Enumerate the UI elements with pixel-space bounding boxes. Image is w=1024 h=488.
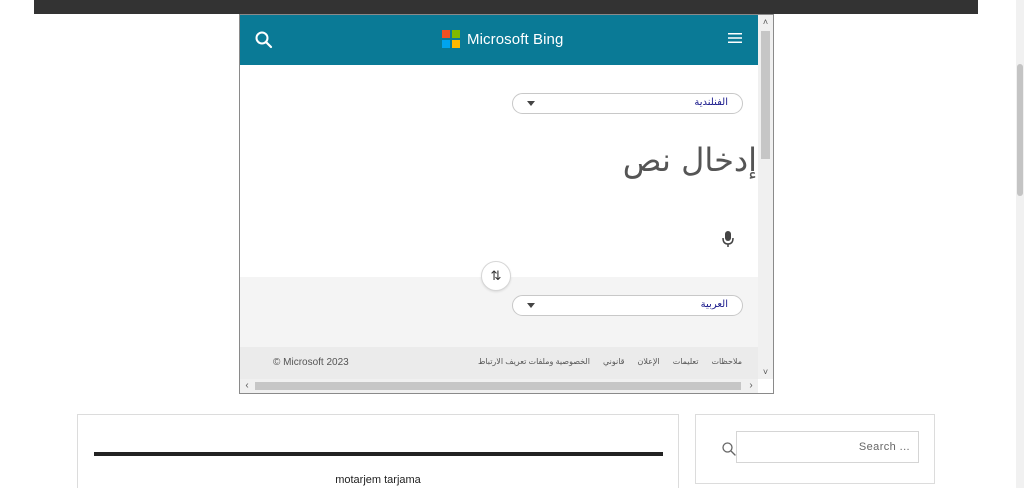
footer-link-privacy[interactable]: الخصوصية وملفات تعريف الارتباط: [478, 357, 590, 366]
embed-vertical-scrollbar-thumb[interactable]: [761, 31, 770, 159]
target-language-label: العربية: [700, 299, 728, 310]
footer-link-advertising[interactable]: الإعلان: [637, 357, 659, 366]
footer-links: الخصوصية وملفات تعريف الارتباط قانوني ال…: [478, 357, 742, 366]
source-text-input[interactable]: إدخال نص: [623, 141, 757, 179]
source-language-select[interactable]: الفنلندية: [512, 93, 743, 114]
scroll-left-icon[interactable]: ‹: [240, 379, 254, 393]
search-icon[interactable]: [721, 441, 737, 457]
post-title[interactable]: motarjem tarjama: [78, 474, 678, 486]
footer-link-feedback[interactable]: ملاحظات: [711, 357, 742, 366]
page-scrollbar[interactable]: [1016, 0, 1024, 488]
search-input[interactable]: [736, 431, 919, 463]
post-card: motarjem tarjama: [77, 414, 679, 488]
embed-horizontal-scrollbar[interactable]: ‹ ›: [240, 379, 758, 393]
hamburger-menu-icon[interactable]: [728, 32, 742, 44]
bing-translator-embed: Microsoft Bing الفنلندية إدخال نص ⇅ العر…: [239, 14, 774, 394]
site-header-bar: [34, 0, 978, 14]
microphone-icon[interactable]: [720, 229, 736, 249]
divider: [94, 452, 663, 456]
copyright-text: © Microsoft 2023: [273, 357, 349, 368]
embed-vertical-scrollbar[interactable]: ˄ ˅: [758, 15, 773, 379]
scroll-up-icon[interactable]: ˄: [758, 15, 773, 29]
search-widget: [695, 414, 935, 484]
page-scrollbar-thumb[interactable]: [1017, 64, 1023, 196]
footer-link-legal[interactable]: قانوني: [603, 357, 625, 366]
embed-horizontal-scrollbar-thumb[interactable]: [255, 382, 741, 390]
chevron-down-icon: [527, 101, 535, 106]
bing-footer: © Microsoft 2023 الخصوصية وملفات تعريف ا…: [240, 347, 758, 379]
brand-name: Microsoft Bing: [467, 30, 564, 48]
microsoft-logo-icon: [442, 30, 460, 48]
scroll-right-icon[interactable]: ›: [744, 379, 758, 393]
footer-link-help[interactable]: تعليمات: [673, 357, 699, 366]
scroll-down-icon[interactable]: ˅: [758, 365, 773, 379]
search-icon[interactable]: [254, 30, 274, 50]
bing-header: Microsoft Bing: [240, 15, 758, 65]
chevron-down-icon: [527, 303, 535, 308]
target-language-select[interactable]: العربية: [512, 295, 743, 316]
bing-brand[interactable]: Microsoft Bing: [442, 30, 563, 48]
source-language-label: الفنلندية: [694, 97, 728, 108]
swap-languages-button[interactable]: ⇅: [481, 261, 511, 291]
